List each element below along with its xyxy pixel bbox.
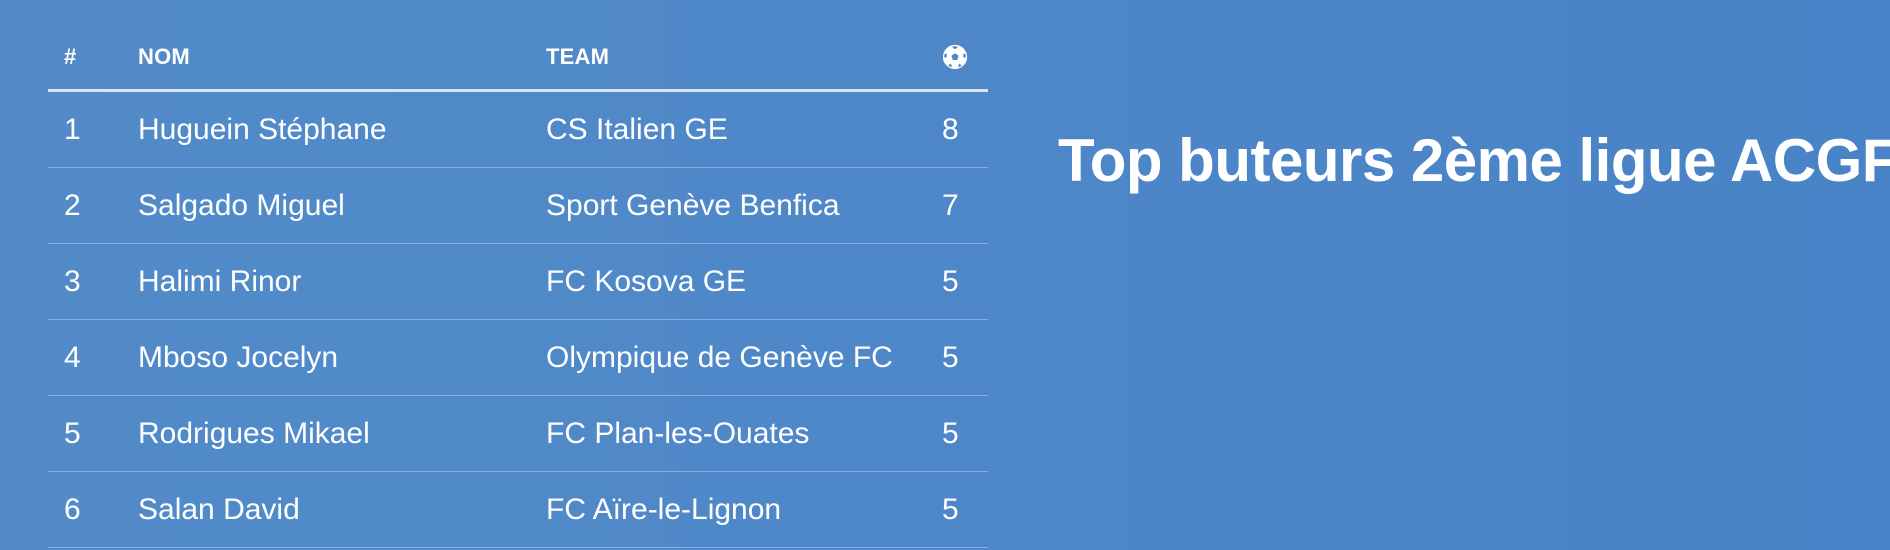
- goals-cell: 5: [942, 341, 959, 374]
- scorers-table: # NOM TEAM 1 Huguein Stéphane CS Italien G…: [48, 0, 988, 548]
- player-name-cell: Halimi Rinor: [138, 265, 302, 298]
- table-row: 5 Rodrigues Mikael FC Plan-les-Ouates 5: [48, 396, 988, 472]
- table-body: 1 Huguein Stéphane CS Italien GE 8 2 Salgado …: [48, 92, 988, 548]
- table-row: 6 Salan David FC Aïre-le-Lignon 5: [48, 472, 988, 548]
- table-row: 3 Halimi Rinor FC Kosova GE 5: [48, 244, 988, 320]
- page-title: Top buteurs 2ème ligue ACGF: [1058, 127, 1890, 194]
- player-name-cell: Salan David: [138, 493, 300, 526]
- rank-cell: 3: [64, 265, 81, 298]
- table-row: 4 Mboso Jocelyn Olympique de Genève FC 5: [48, 320, 988, 396]
- rank-cell: 5: [64, 417, 81, 450]
- team-cell: Sport Genève Benfica: [546, 189, 840, 222]
- team-cell: FC Aïre-le-Lignon: [546, 493, 782, 526]
- header-name: NOM: [138, 44, 190, 69]
- player-name-cell: Rodrigues Mikael: [138, 417, 370, 450]
- rank-cell: 4: [64, 341, 81, 374]
- rank-cell: 1: [64, 113, 81, 146]
- soccer-ball-icon: [942, 44, 968, 70]
- rank-cell: 6: [64, 493, 81, 526]
- table-row: 2 Salgado Miguel Sport Genève Benfica 7: [48, 168, 988, 244]
- player-name-cell: Salgado Miguel: [138, 189, 345, 222]
- team-cell: CS Italien GE: [546, 113, 728, 146]
- table-header: # NOM TEAM: [48, 0, 988, 92]
- goals-cell: 5: [942, 265, 959, 298]
- team-cell: FC Plan-les-Ouates: [546, 417, 810, 450]
- player-name-cell: Huguein Stéphane: [138, 113, 387, 146]
- header-team: TEAM: [546, 44, 610, 69]
- table-row: 1 Huguein Stéphane CS Italien GE 8: [48, 92, 988, 168]
- team-cell: FC Kosova GE: [546, 265, 747, 298]
- goals-cell: 7: [942, 189, 959, 222]
- header-rank: #: [64, 44, 77, 69]
- rank-cell: 2: [64, 189, 81, 222]
- goals-cell: 8: [942, 113, 959, 146]
- player-name-cell: Mboso Jocelyn: [138, 341, 339, 374]
- goals-cell: 5: [942, 493, 959, 526]
- goals-cell: 5: [942, 417, 959, 450]
- team-cell: Olympique de Genève FC: [546, 341, 893, 374]
